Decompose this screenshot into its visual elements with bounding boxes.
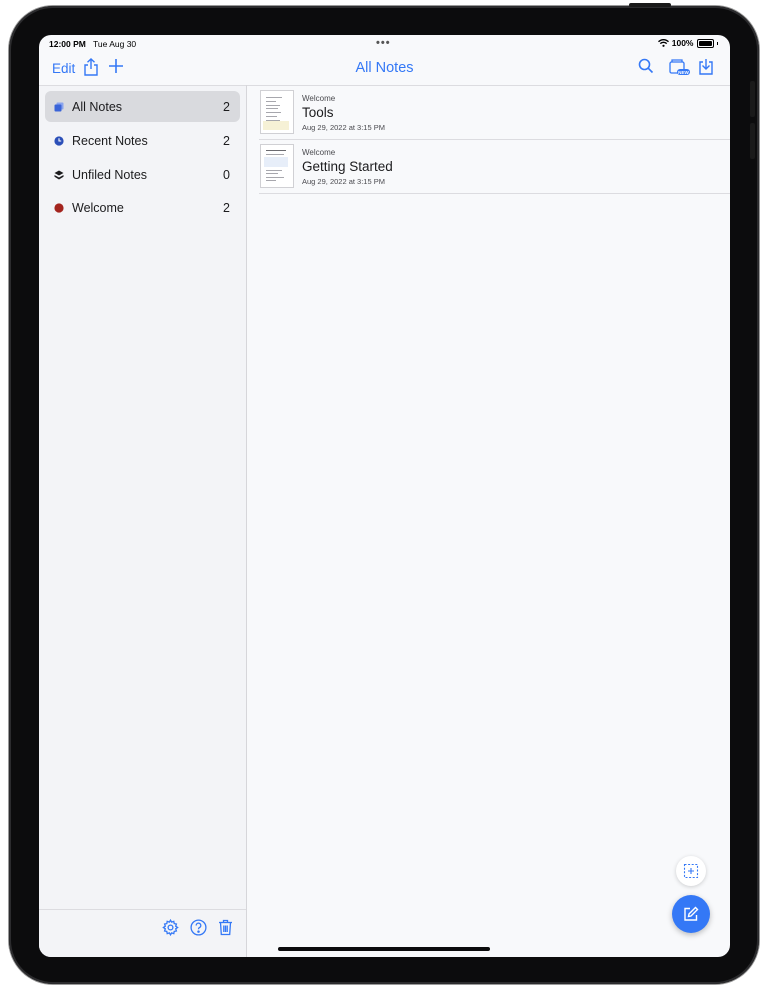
sidebar-item-count: 2 [223,133,230,148]
help-icon[interactable] [190,919,207,936]
sidebar-item-recent-notes[interactable]: Recent Notes 2 [45,125,240,156]
status-bar: 12:00 PM Tue Aug 30 ••• 100% [39,35,730,51]
gear-icon[interactable] [162,919,179,936]
new-badge: NEW [678,70,689,75]
thumb-line [266,177,284,178]
compose-icon [683,906,699,922]
sidebar-item-label: All Notes [72,99,123,114]
note-row-getting-started[interactable]: Welcome Getting Started Aug 29, 2022 at … [259,139,730,194]
import-icon[interactable] [698,58,716,76]
battery-icon [696,38,714,48]
clock-icon [54,135,64,146]
note-date: Aug 29, 2022 at 3:15 PM [302,177,385,186]
note-title: Tools [302,105,334,120]
page-title: All Notes [355,60,414,76]
status-time: 12:00 PM [49,39,86,49]
volume-button [750,123,755,159]
status-date: Tue Aug 30 [93,39,137,49]
note-folder: Welcome [302,94,336,103]
compose-button[interactable] [672,895,710,933]
note-folder: Welcome [302,148,336,157]
home-indicator [278,947,490,951]
multitasking-dots[interactable]: ••• [376,37,391,49]
thumb-image [264,157,288,167]
scan-icon [683,863,699,879]
status-right: 100% [657,38,718,48]
notes-list: Welcome Tools Aug 29, 2022 at 3:15 PM We… [247,85,730,957]
battery-percent: 100% [671,38,694,48]
thumb-line [266,112,281,113]
stack-icon [54,170,64,180]
thumb-line [266,150,286,151]
sidebar-item-label: Unfiled Notes [72,167,148,182]
sidebar-item-count: 0 [223,167,230,182]
wifi-icon [657,39,669,47]
search-icon[interactable] [638,58,656,76]
sidebar-item-label: Welcome [72,200,124,215]
thumb-line [266,170,282,171]
thumb-line [266,154,284,155]
sidebar-item-label: Recent Notes [72,133,148,148]
volume-button [750,81,755,117]
trash-icon[interactable] [218,919,235,936]
toolbar: Edit All Notes NEW [39,51,730,85]
sidebar-footer [39,909,246,957]
note-title: Getting Started [302,159,393,174]
sidebar-item-count: 2 [223,99,230,114]
thumb-line [266,101,276,102]
thumb-line [266,108,278,109]
sidebar-item-all-notes[interactable]: All Notes 2 [45,91,240,122]
thumb-line [266,116,277,117]
power-button [629,3,671,7]
divider [39,85,246,86]
note-date: Aug 29, 2022 at 3:15 PM [302,123,385,132]
thumb-line [266,173,278,174]
folder-dot-icon [54,202,64,213]
templates-new-icon[interactable]: NEW [668,58,690,76]
thumb-line [266,97,282,98]
note-thumbnail [260,90,294,134]
note-thumbnail [260,144,294,188]
note-row-tools[interactable]: Welcome Tools Aug 29, 2022 at 3:15 PM [259,85,730,140]
screen: 12:00 PM Tue Aug 30 ••• 100% Edit All No… [39,35,730,957]
sidebar: All Notes 2 Recent Notes 2 Unfiled Notes [39,85,247,957]
sidebar-item-unfiled-notes[interactable]: Unfiled Notes 0 [45,159,240,190]
all-notes-icon [54,102,64,112]
thumb-highlight [263,121,289,130]
sidebar-item-count: 2 [223,200,230,215]
thumb-line [266,180,276,181]
thumb-line [266,105,280,106]
scan-button[interactable] [676,856,706,886]
battery-tip [716,41,718,45]
sidebar-item-welcome[interactable]: Welcome 2 [45,192,240,223]
